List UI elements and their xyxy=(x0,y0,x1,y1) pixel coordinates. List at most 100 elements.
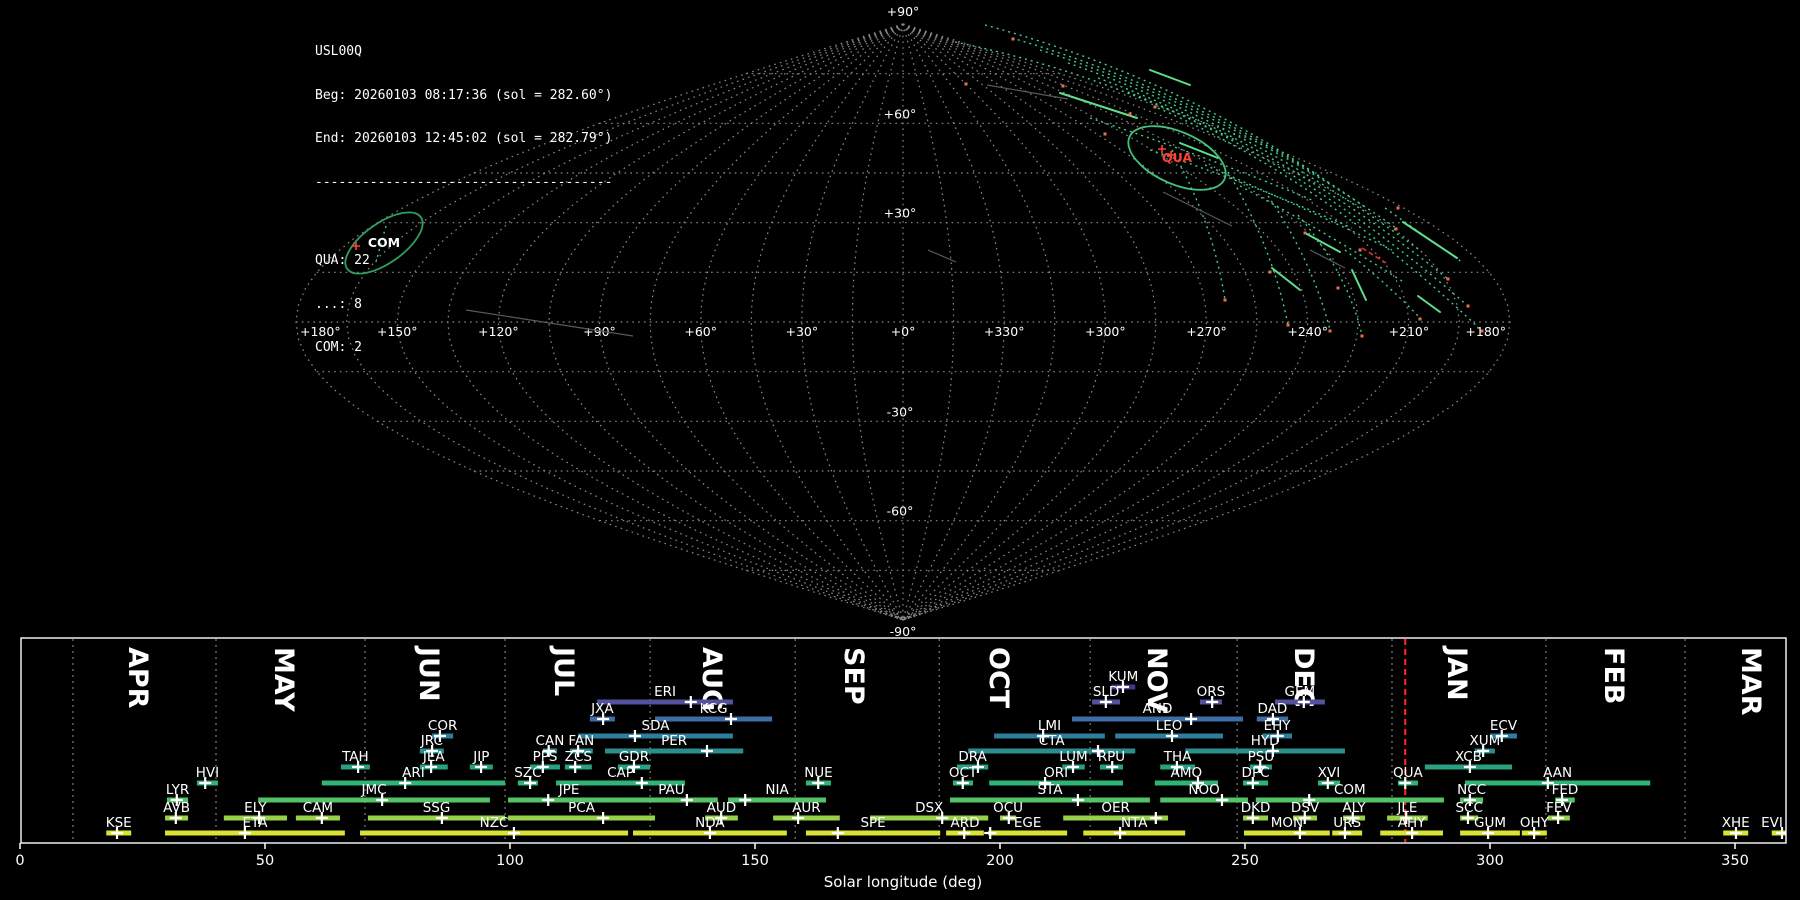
shower-code-label: HYD xyxy=(1251,733,1280,749)
track-endpoint-dot xyxy=(1446,277,1450,281)
month-label: OCT xyxy=(983,647,1014,709)
meteor-trail xyxy=(1304,232,1341,253)
separator: -------------------------------------- xyxy=(315,174,613,190)
latitude-label: +60° xyxy=(884,106,917,121)
track-endpoint-dot xyxy=(1223,298,1227,302)
shower-code-label: ARD xyxy=(950,815,979,831)
shower-code-label: DAD xyxy=(1258,701,1288,717)
shower-peak-marker xyxy=(1185,713,1198,725)
meteor-trail xyxy=(1402,221,1458,259)
shower-peak-marker xyxy=(635,777,648,789)
longitude-label: +210° xyxy=(1389,324,1430,339)
begin-time: Beg: 20260103 08:17:36 (sol = 282.60°) xyxy=(315,87,613,103)
shower-code-label: ALY xyxy=(1342,800,1366,816)
activity-chart: APR MAY JUN JUL AUG SEP OCT NOV DEC JAN FEB MARKUME… xyxy=(15,637,1787,891)
shower-code-label: FEV xyxy=(1546,800,1572,816)
radiant-track xyxy=(1089,117,1313,201)
shower-code-label: PSU xyxy=(1248,749,1275,765)
shower-code-label: XVI xyxy=(1318,765,1340,781)
shower-code-label: NOO xyxy=(1188,782,1219,798)
count-sporadic: ...: 8 xyxy=(315,296,362,312)
app-window: +90° -90° +60° +30° -30° -60° +180° +150° +120° +… xyxy=(0,0,1800,900)
shower-code-label: JXA xyxy=(590,701,614,717)
radiant-track xyxy=(1127,91,1469,307)
shower-code-label: SCC xyxy=(1455,800,1482,816)
end-time: End: 20260103 12:45:02 (sol = 282.79°) xyxy=(315,131,613,146)
month-label: MAY xyxy=(268,647,299,712)
shower-code-label: NTA xyxy=(1121,815,1148,831)
sporadic-trail xyxy=(986,84,1069,100)
shower-code-label: AND xyxy=(1143,701,1173,717)
month-label: JUL xyxy=(548,645,579,696)
shower-code-label: LUM xyxy=(1059,749,1087,765)
shower-code-label: XHE xyxy=(1722,815,1750,831)
shower-code-label: PCA xyxy=(568,800,596,816)
shower-code-label: EHY xyxy=(1264,718,1292,734)
shower-code-label: PER xyxy=(661,733,687,749)
longitude-label: +60° xyxy=(684,324,717,339)
x-tick-label: 350 xyxy=(1721,853,1749,869)
shower-code-label: OCT xyxy=(949,765,978,781)
shower-code-label: THA xyxy=(1163,749,1192,765)
track-endpoint-dot xyxy=(1396,206,1400,210)
track-endpoint-dot xyxy=(1358,248,1362,252)
radiant-track xyxy=(1297,214,1363,336)
month-label: SEP xyxy=(838,647,869,705)
month-label: JUN xyxy=(413,645,444,702)
grid-meridian xyxy=(902,23,1056,621)
shower-code-label: OHY xyxy=(1520,815,1550,831)
track-endpoint-dot xyxy=(1480,329,1484,333)
shower-code-label: GEM xyxy=(1285,684,1316,700)
track-endpoint-dot xyxy=(1286,323,1290,327)
shower-code-label: ORS xyxy=(1197,684,1226,700)
shower-code-label: URS xyxy=(1333,815,1361,831)
shower-code-label: COR xyxy=(428,718,457,734)
shower-code-label: SLD xyxy=(1093,684,1120,700)
shower-code-label: DRA xyxy=(958,749,987,765)
shower-code-label: CAN xyxy=(536,733,565,749)
meteor-trail xyxy=(1059,92,1138,119)
shower-code-label: KSE xyxy=(106,815,132,831)
shower-code-label: DKD xyxy=(1241,800,1271,816)
x-axis: 0 50 100 150 200 250 300 350 xyxy=(15,843,1749,869)
shower-code-label: TAH xyxy=(341,749,369,765)
info-panel: USL00Q Beg: 20260103 08:17:36 (sol = 282… xyxy=(315,16,612,385)
shower-code-label: ERI xyxy=(654,684,676,700)
shower-peak-marker xyxy=(1149,812,1162,824)
radiant-track xyxy=(1204,164,1393,251)
shower-code-label: AVB xyxy=(163,800,190,816)
shower-code-label: SZC xyxy=(514,765,541,781)
longitude-label: +0° xyxy=(891,324,916,339)
month-label: MAR xyxy=(1735,647,1766,716)
shower-code-label: OER xyxy=(1101,800,1130,816)
shower-code-label: JLE xyxy=(1396,800,1417,816)
shower-code-label: ARI xyxy=(402,765,425,781)
track-endpoint-dot xyxy=(1303,231,1307,235)
month-label: APR xyxy=(122,647,153,709)
shower-peak-marker xyxy=(628,730,641,742)
meteor-trail xyxy=(1417,295,1441,313)
count-qua: QUA: 22 xyxy=(315,253,370,268)
shower-code-label: EGE xyxy=(1014,815,1042,831)
grid-meridian xyxy=(750,23,904,621)
track-endpoint-dot xyxy=(1328,329,1332,333)
shower-peak-marker xyxy=(1071,794,1084,806)
longitude-label: +300° xyxy=(1085,324,1126,339)
x-tick-label: 200 xyxy=(986,853,1014,869)
month-labels: APR MAY JUN JUL AUG SEP OCT NOV DEC JAN FEB MAR xyxy=(122,645,1766,716)
shower-code-label: NUE xyxy=(804,765,833,781)
shower-code-label: STA xyxy=(1037,782,1063,798)
shower-code-label: DSV xyxy=(1291,800,1320,816)
track-endpoint-dot xyxy=(1103,132,1107,136)
latitude-label: -30° xyxy=(887,404,914,419)
sporadic-trail xyxy=(927,249,957,263)
track-endpoint-dot xyxy=(1268,270,1272,274)
shower-code-label: LEO xyxy=(1156,718,1183,734)
shower-code-label: FAN xyxy=(568,733,594,749)
x-tick-label: 50 xyxy=(256,853,274,869)
shower-code-label: MON xyxy=(1271,815,1303,831)
count-com: COM: 2 xyxy=(315,340,362,355)
shower-code-label: JPE xyxy=(558,782,580,798)
shower-code-label: XCB xyxy=(1455,749,1482,765)
